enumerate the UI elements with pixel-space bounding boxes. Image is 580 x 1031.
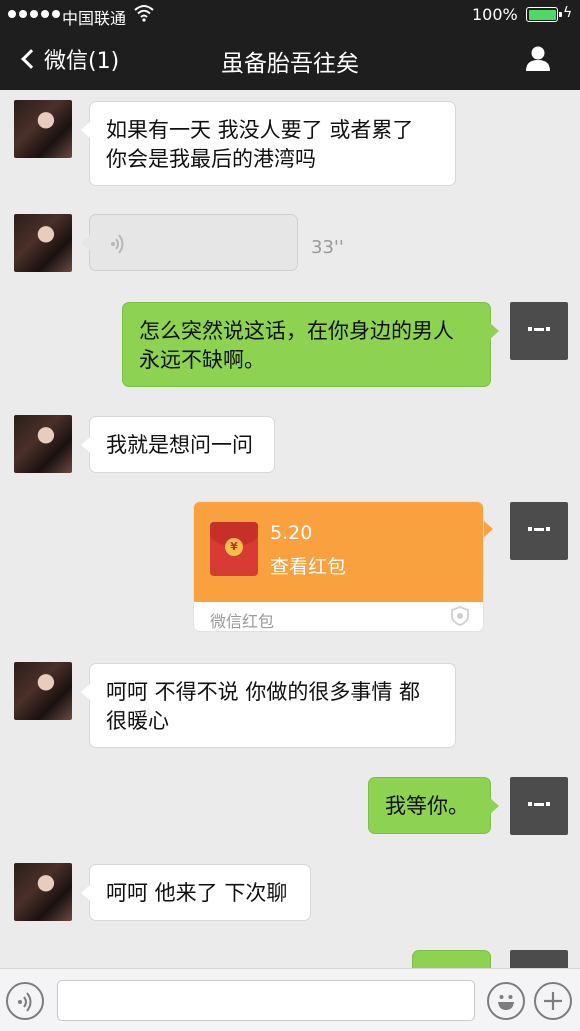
message-bubble[interactable]: 呵呵 他来了 下次聊 xyxy=(81,864,311,921)
wifi-icon xyxy=(134,5,154,22)
message-bubble[interactable]: 我就是想问一问 xyxy=(81,416,275,473)
avatar-face-icon xyxy=(528,802,550,806)
red-envelope-icon: ¥ xyxy=(210,522,258,576)
input-bar xyxy=(0,968,580,1031)
red-packet-message[interactable]: ¥ 5.20 查看红包 微信红包 xyxy=(193,501,484,632)
voice-wave-icon xyxy=(111,234,124,254)
avatar-face-icon xyxy=(528,327,550,331)
profile-icon[interactable] xyxy=(524,44,552,72)
plus-icon xyxy=(544,992,562,1010)
message-text: 很暖心 xyxy=(106,709,169,733)
chat-title: 虽备胎吾往矣 xyxy=(221,51,359,77)
voice-message[interactable] xyxy=(81,214,298,271)
contact-avatar[interactable] xyxy=(14,214,72,272)
charging-icon: ϟ xyxy=(563,5,573,21)
emoji-button[interactable] xyxy=(487,982,525,1020)
shield-icon xyxy=(451,606,469,626)
message-text: 你会是我最后的港湾吗 xyxy=(106,147,316,171)
my-avatar[interactable] xyxy=(510,777,568,835)
nav-bar: 微信(1) 虽备胎吾往矣 xyxy=(0,30,580,90)
contact-avatar[interactable] xyxy=(14,100,72,158)
message-text: 怎么突然说这话，在你身边的男人 xyxy=(139,319,454,343)
voice-duration: 33'' xyxy=(311,237,344,258)
status-bar: 中国联通 100% ϟ xyxy=(0,0,580,30)
red-packet-action: 查看红包 xyxy=(270,556,347,578)
battery-icon xyxy=(526,7,562,22)
message-text: 如果有一天 我没人要了 或者累了 xyxy=(106,118,414,142)
contact-avatar[interactable] xyxy=(14,415,72,473)
message-text: 我就是想问一问 xyxy=(106,433,253,457)
message-text: 呵呵 不得不说 你做的很多事情 都 xyxy=(106,680,421,704)
voice-icon xyxy=(18,992,32,1012)
message-input[interactable] xyxy=(57,980,475,1021)
message-text: 呵呵 他来了 下次聊 xyxy=(106,881,288,905)
my-avatar[interactable] xyxy=(510,502,568,560)
red-packet-amount: 5.20 xyxy=(270,522,313,544)
red-packet-footer: 微信红包 xyxy=(210,612,275,631)
signal-icon xyxy=(8,10,60,18)
message-text: 永远不缺啊。 xyxy=(139,348,265,372)
message-bubble-partial[interactable] xyxy=(412,950,491,968)
message-bubble[interactable]: 如果有一天 我没人要了 或者累了 你会是我最后的港湾吗 xyxy=(81,101,456,186)
my-avatar[interactable] xyxy=(510,950,568,968)
voice-toggle-button[interactable] xyxy=(6,982,44,1020)
my-avatar[interactable] xyxy=(510,302,568,360)
message-bubble[interactable]: 怎么突然说这话，在你身边的男人 永远不缺啊。 xyxy=(122,302,499,387)
message-bubble[interactable]: 我等你。 xyxy=(368,777,499,834)
message-text: 我等你。 xyxy=(385,794,469,818)
more-button[interactable] xyxy=(534,982,572,1020)
message-bubble[interactable]: 呵呵 不得不说 你做的很多事情 都 很暖心 xyxy=(81,663,456,748)
carrier-label: 中国联通 xyxy=(62,9,127,28)
emoji-icon xyxy=(498,995,514,1010)
red-packet-header: ¥ 5.20 查看红包 xyxy=(194,502,483,602)
red-packet-tail xyxy=(484,521,493,537)
contact-avatar[interactable] xyxy=(14,863,72,921)
contact-avatar[interactable] xyxy=(14,662,72,720)
battery-percent: 100% xyxy=(472,5,518,24)
chat-area[interactable]: 如果有一天 我没人要了 或者累了 你会是我最后的港湾吗 33'' 怎么突然说这话… xyxy=(0,90,580,968)
avatar-face-icon xyxy=(528,527,550,531)
